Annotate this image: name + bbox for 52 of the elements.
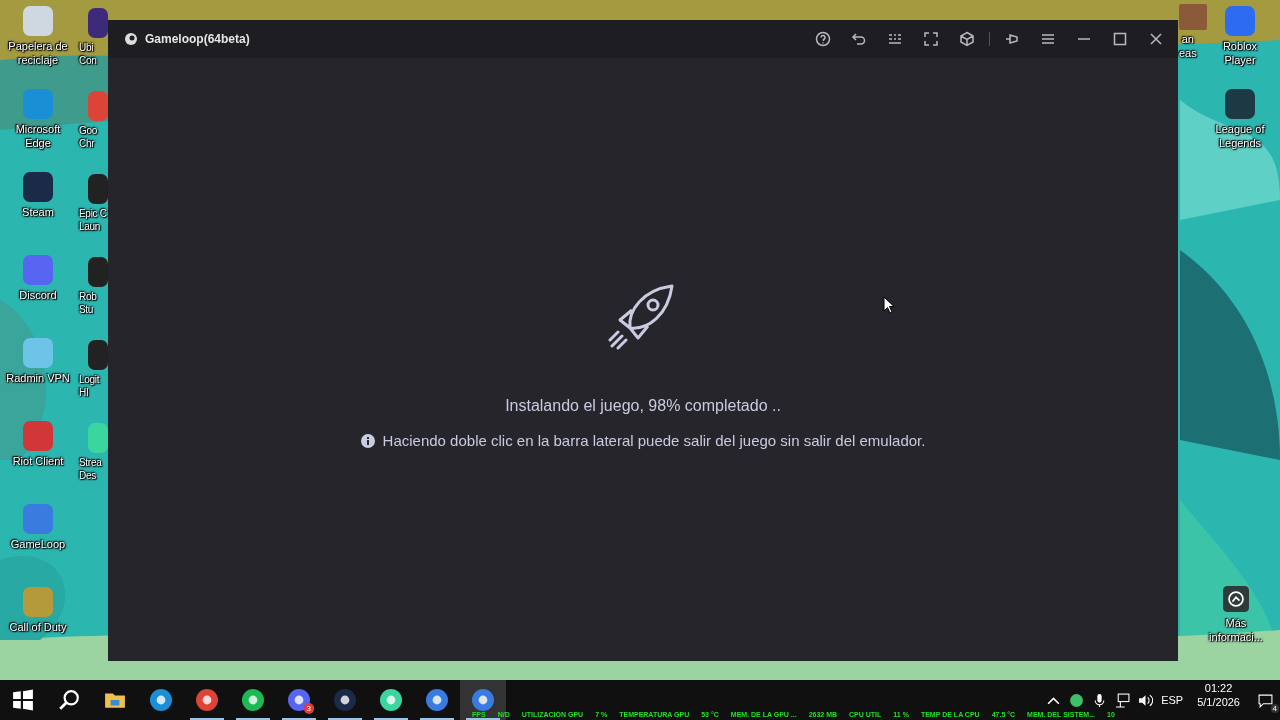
- app-icon: [150, 689, 172, 711]
- volume-icon[interactable]: [1138, 692, 1154, 708]
- hint-text: Haciendo doble clic en la barra lateral puede salir del juego sin salir del emulador.: [382, 432, 926, 449]
- desktop-shortcut[interactable]: Call of Duty: [0, 583, 76, 666]
- desktop-shortcut[interactable]: GameLoop: [0, 500, 76, 583]
- clock[interactable]: 01:22 5/1/2026: [1197, 681, 1240, 709]
- undo-icon[interactable]: [851, 31, 867, 47]
- app-icon: [196, 689, 218, 711]
- app-icon: [472, 689, 494, 711]
- help-icon[interactable]: [815, 31, 831, 47]
- window-title: Gameloop(64beta): [145, 32, 250, 46]
- language-indicator[interactable]: ESP: [1161, 694, 1184, 706]
- app-icon: [380, 689, 402, 711]
- desktop-shortcut[interactable]: Logit HI: [78, 336, 108, 419]
- desktop-shortcut[interactable]: Rob Stu: [78, 253, 108, 336]
- close-icon[interactable]: [1148, 31, 1164, 47]
- desktop-shortcut[interactable]: Discord: [0, 251, 76, 334]
- app-icon: [426, 689, 448, 711]
- desktop-shortcut[interactable]: Radmin VPN: [0, 334, 76, 417]
- desktop-shortcut[interactable]: Roblox Player: [1200, 2, 1280, 85]
- mouse-cursor-icon: [883, 296, 895, 314]
- desktop-shortcut[interactable]: Microsoft Edge: [0, 85, 76, 168]
- desktop-shortcut[interactable]: Strea Des: [78, 419, 108, 502]
- message-icon: [1257, 692, 1273, 708]
- app-logo-icon: [124, 32, 138, 46]
- desktop-shortcut[interactable]: Ubi Con: [78, 4, 108, 87]
- info-icon: [360, 433, 375, 448]
- notification-count: 4: [1270, 704, 1279, 713]
- app-icon: [334, 689, 356, 711]
- desktop-shortcut[interactable]: Goo Chr: [78, 87, 108, 170]
- windows-logo-icon: [12, 689, 34, 711]
- cube-icon[interactable]: [959, 31, 975, 47]
- desktop-shortcut[interactable]: Riot Client: [0, 417, 76, 500]
- network-icon[interactable]: [1115, 692, 1131, 708]
- widget-icon: [1223, 586, 1249, 612]
- app-icon: [288, 689, 310, 711]
- notification-center-button[interactable]: 4: [1254, 689, 1276, 711]
- install-status: Instalando el juego, 98% completado ..: [505, 397, 781, 415]
- maximize-icon[interactable]: [1112, 31, 1128, 47]
- keyboard-icon[interactable]: [887, 31, 903, 47]
- menu-icon[interactable]: [1040, 31, 1056, 47]
- app-icon: [242, 689, 264, 711]
- search-icon: [58, 689, 80, 711]
- desktop-shortcut[interactable]: League of Legends: [1200, 85, 1280, 168]
- fullscreen-icon[interactable]: [923, 31, 939, 47]
- desktop-shortcut[interactable]: Papelera de reciclaje: [0, 2, 76, 85]
- desktop-shortcut[interactable]: Steam: [0, 168, 76, 251]
- pin-icon[interactable]: [1004, 31, 1020, 47]
- desktop-shortcut[interactable]: Epic C Laun: [78, 170, 108, 253]
- notification-badge: 3: [303, 703, 314, 714]
- taskbar-app-button[interactable]: 3: [276, 680, 322, 720]
- status-dot-icon[interactable]: [1069, 692, 1085, 708]
